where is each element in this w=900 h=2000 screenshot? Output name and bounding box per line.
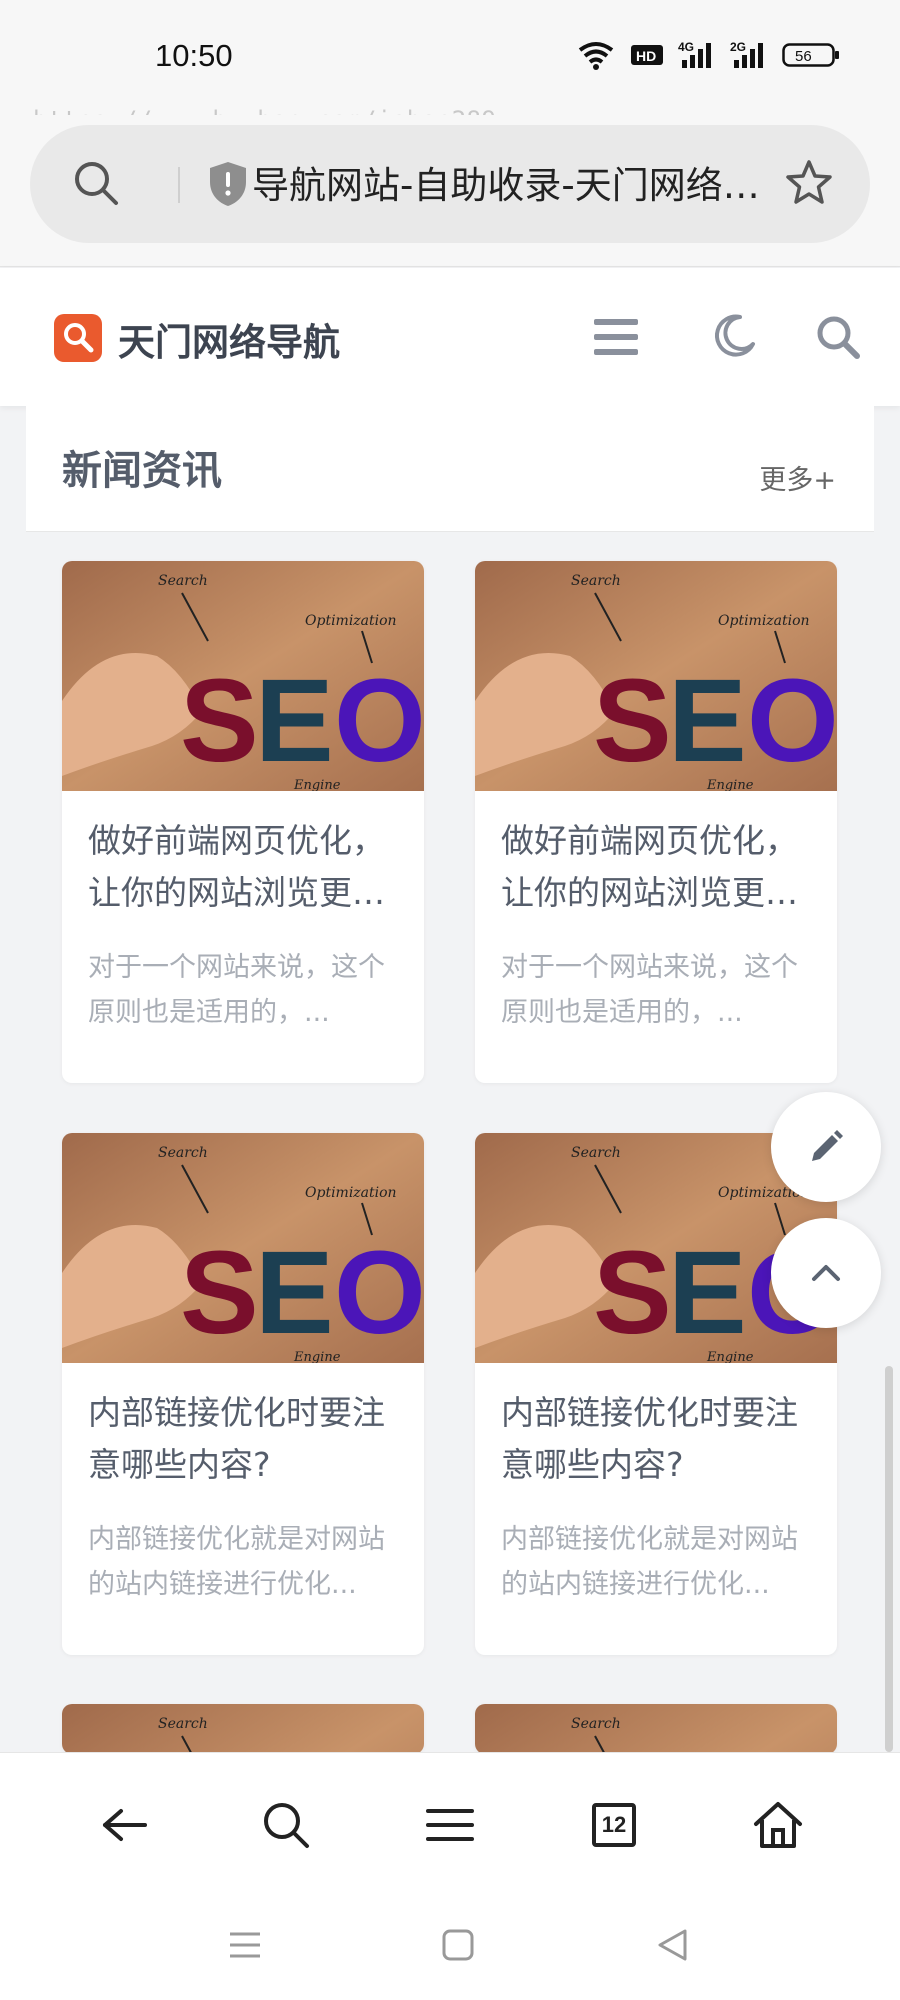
svg-text:O: O: [334, 1227, 424, 1359]
page-title[interactable]: 导航网站-自助收录-天门网络导航: [252, 155, 782, 209]
home-icon: [754, 1802, 802, 1848]
news-card[interactable]: Search Optimization Engine S E O 内部链接优化时…: [475, 1133, 837, 1655]
svg-text:Search: Search: [571, 573, 621, 589]
moon-icon[interactable]: [710, 312, 758, 364]
news-card-desc: 对于一个网站来说，这个原则也是适用的，...: [501, 952, 798, 1028]
menu-icon: [426, 1809, 474, 1841]
search-button[interactable]: [256, 1795, 316, 1855]
signal-4g-icon: 4G: [678, 40, 711, 68]
svg-text:E: E: [255, 655, 334, 787]
svg-text:E: E: [255, 1227, 334, 1359]
svg-text:Search: Search: [571, 1145, 621, 1161]
home-button[interactable]: [748, 1795, 808, 1855]
news-card-title[interactable]: 内部链接优化时要注意哪些内容?: [501, 1387, 817, 1491]
search-icon[interactable]: [72, 159, 120, 211]
svg-text:4G: 4G: [678, 40, 694, 54]
seo-thumbnail[interactable]: Search: [62, 1704, 424, 1754]
svg-text:S: S: [180, 655, 259, 787]
news-card[interactable]: Search Optimization Engine S E O 内部链接优化时…: [62, 1133, 424, 1655]
svg-text:O: O: [747, 655, 837, 787]
news-card-desc: 对于一个网站来说，这个原则也是适用的，...: [88, 952, 385, 1028]
svg-text:Optimization: Optimization: [718, 613, 810, 629]
news-card-title[interactable]: 做好前端网页优化，让你的网站浏览更流畅: [88, 815, 404, 919]
more-link[interactable]: 更多+: [759, 458, 836, 497]
svg-text:S: S: [593, 655, 672, 787]
site-header: 天门网络导航: [0, 268, 900, 406]
menu-button[interactable]: [420, 1795, 480, 1855]
news-card-title[interactable]: 内部链接优化时要注意哪些内容?: [88, 1387, 404, 1491]
status-bar: 10:50 HD 4G 2G 56: [0, 0, 900, 115]
svg-text:56: 56: [795, 48, 812, 65]
tabs-icon: 12: [592, 1803, 636, 1847]
page-scrollbar[interactable]: [885, 1366, 893, 1752]
back-icon: [103, 1809, 147, 1841]
svg-text:E: E: [668, 1227, 747, 1359]
news-card[interactable]: Search Optimization Engine S E O 做好前端网页优…: [62, 561, 424, 1083]
news-header: 新闻资讯 更多+: [26, 406, 874, 532]
battery-icon: 56: [782, 43, 839, 67]
seo-thumbnail[interactable]: Search Optimization Engine S E O: [62, 1133, 424, 1363]
news-section: 新闻资讯 更多+ Search Optimization Engine S E …: [26, 406, 874, 1754]
browser-address-area: 导航网站-自助收录-天门网络导航: [0, 115, 900, 267]
svg-text:2G: 2G: [730, 40, 746, 54]
svg-text:S: S: [180, 1227, 259, 1359]
browser-bottom-nav: 12: [0, 1752, 900, 1892]
svg-text:Search: Search: [571, 1716, 621, 1732]
svg-text:Optimization: Optimization: [305, 613, 397, 629]
system-nav-bar: [0, 1892, 900, 2000]
home-nav-icon[interactable]: [441, 1928, 475, 1966]
seo-thumbnail[interactable]: Search Optimization Engine S E O: [475, 561, 837, 791]
chevron-up-icon: [812, 1265, 840, 1281]
search-icon[interactable]: [815, 314, 861, 364]
back-button[interactable]: [94, 1795, 154, 1855]
svg-text:O: O: [334, 655, 424, 787]
svg-text:HD: HD: [636, 48, 656, 64]
news-card-title[interactable]: 做好前端网页优化，让你的网站浏览更流畅: [501, 815, 817, 919]
pencil-icon: [812, 1130, 843, 1161]
news-card-partial[interactable]: Search: [62, 1704, 424, 1754]
menu-icon[interactable]: [592, 316, 640, 362]
svg-text:Search: Search: [158, 573, 208, 589]
site-name[interactable]: 天门网络导航: [118, 312, 340, 366]
seo-thumbnail[interactable]: Search: [475, 1704, 837, 1754]
logo-search-icon: [64, 323, 94, 353]
seo-thumbnail[interactable]: Search Optimization Engine S E O: [62, 561, 424, 791]
edit-button[interactable]: [771, 1092, 881, 1202]
svg-text:Search: Search: [158, 1145, 208, 1161]
status-icons: HD 4G 2G 56: [576, 40, 840, 70]
address-divider: [178, 167, 180, 203]
shield-icon[interactable]: [208, 160, 248, 212]
svg-text:Search: Search: [158, 1716, 208, 1732]
back-nav-icon[interactable]: [655, 1928, 689, 1966]
hd-icon: HD: [631, 45, 663, 65]
wifi-icon: [578, 42, 614, 70]
tabs-button[interactable]: 12: [584, 1795, 644, 1855]
address-bar[interactable]: 导航网站-自助收录-天门网络导航: [30, 125, 870, 243]
status-time: 10:50: [155, 38, 233, 73]
back-to-top-button[interactable]: [771, 1218, 881, 1328]
news-card-desc: 内部链接优化就是对网站的站内链接进行优化...: [501, 1524, 798, 1600]
news-card[interactable]: Search Optimization Engine S E O 做好前端网页优…: [475, 561, 837, 1083]
svg-text:Optimization: Optimization: [305, 1185, 397, 1201]
news-title: 新闻资讯: [62, 448, 222, 494]
news-card-desc: 内部链接优化就是对网站的站内链接进行优化...: [88, 1524, 385, 1600]
star-icon[interactable]: [784, 158, 834, 212]
news-card-partial[interactable]: Search: [475, 1704, 837, 1754]
svg-text:E: E: [668, 655, 747, 787]
svg-text:S: S: [593, 1227, 672, 1359]
recent-apps-icon[interactable]: [228, 1928, 262, 1966]
site-logo[interactable]: [54, 314, 102, 362]
search-icon: [264, 1803, 309, 1848]
signal-2g-icon: 2G: [730, 40, 763, 68]
